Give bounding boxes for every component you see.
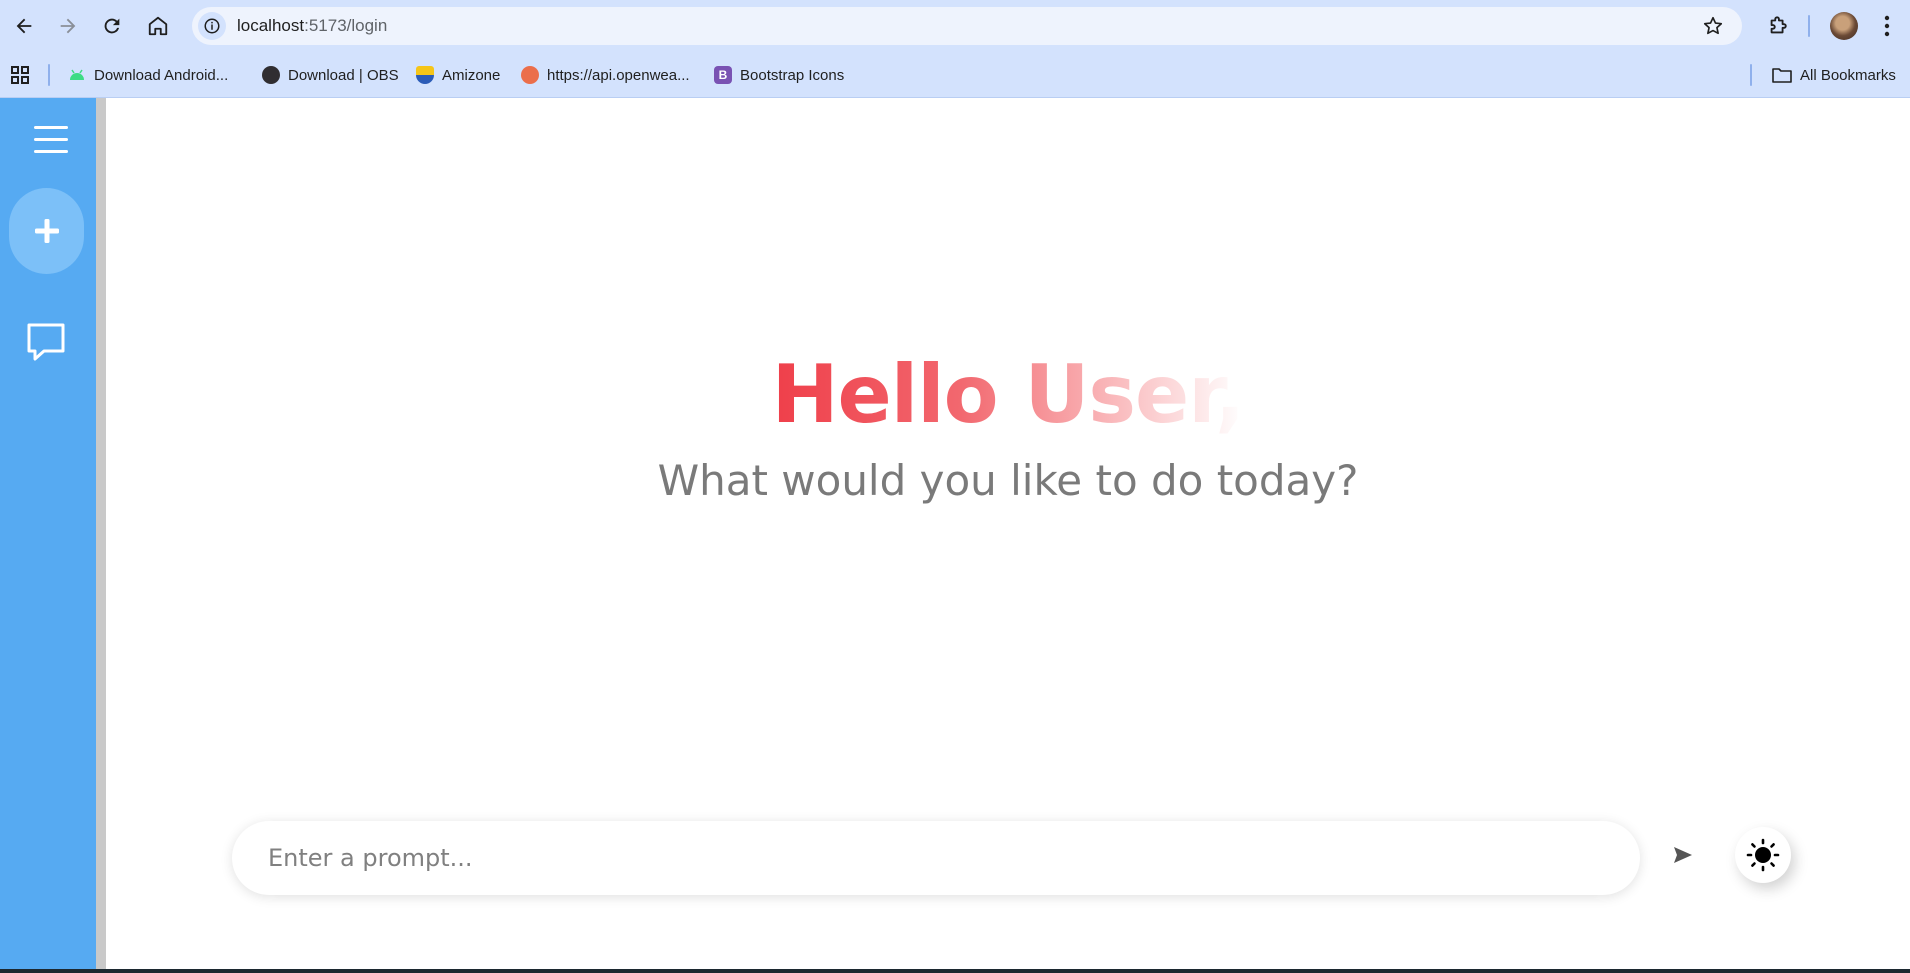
amizone-shield-icon bbox=[416, 66, 434, 84]
forward-arrow-icon bbox=[60, 18, 76, 34]
recent-chats-button[interactable] bbox=[24, 320, 68, 364]
url-host: localhost bbox=[237, 16, 305, 35]
extensions-button[interactable] bbox=[1762, 10, 1794, 42]
profile-button[interactable] bbox=[1828, 10, 1860, 42]
send-icon bbox=[1674, 847, 1692, 863]
browser-toolbar: localhost:5173/login bbox=[0, 0, 1910, 52]
greeting-heading: Hello User, bbox=[106, 348, 1910, 441]
back-button[interactable] bbox=[8, 10, 40, 42]
prompt-box bbox=[232, 821, 1640, 895]
sun-icon bbox=[1746, 838, 1780, 872]
site-info-icon[interactable] bbox=[198, 12, 226, 40]
sidebar bbox=[0, 98, 96, 969]
back-arrow-icon bbox=[16, 18, 32, 34]
folder-icon bbox=[1772, 68, 1792, 83]
bookmarks-divider-right bbox=[1750, 64, 1752, 86]
bookmark-label: Download | OBS bbox=[288, 66, 399, 84]
greeting-subtitle: What would you like to do today? bbox=[657, 456, 1359, 505]
greeting-text: Hello User, bbox=[771, 348, 1246, 441]
hamburger-menu-icon[interactable] bbox=[34, 126, 70, 154]
kebab-menu-icon bbox=[1884, 15, 1890, 37]
address-bar[interactable]: localhost:5173/login bbox=[192, 7, 1742, 45]
bottom-edge bbox=[0, 969, 1910, 973]
bookmark-download-obs[interactable]: Download | OBS bbox=[262, 62, 399, 88]
all-bookmarks-button[interactable]: All Bookmarks bbox=[1772, 62, 1896, 88]
bookmark-label: Bootstrap Icons bbox=[740, 66, 845, 84]
avatar bbox=[1830, 12, 1858, 40]
home-icon bbox=[148, 16, 168, 36]
new-chat-button[interactable] bbox=[9, 188, 84, 274]
sidebar-divider bbox=[96, 98, 106, 969]
all-bookmarks-label: All Bookmarks bbox=[1800, 66, 1896, 84]
toolbar-divider bbox=[1808, 15, 1810, 37]
app-root: Hello User, What would you like to do to… bbox=[0, 98, 1910, 969]
reload-button[interactable] bbox=[96, 10, 128, 42]
bookmark-openweather[interactable]: https://api.openwea... bbox=[521, 62, 690, 88]
bookmarks-divider bbox=[48, 64, 50, 86]
bookmark-star-icon[interactable] bbox=[1700, 13, 1726, 39]
puzzle-icon bbox=[1770, 16, 1787, 34]
bookmark-label: https://api.openwea... bbox=[547, 66, 690, 84]
apps-grid-icon bbox=[11, 66, 29, 84]
android-icon bbox=[68, 66, 86, 84]
send-button[interactable] bbox=[1668, 840, 1698, 870]
apps-button[interactable] bbox=[10, 62, 30, 88]
bookmark-label: Download Android... bbox=[94, 66, 229, 84]
forward-button[interactable] bbox=[52, 10, 84, 42]
chat-bubble-icon bbox=[27, 323, 65, 361]
url-path: :5173/login bbox=[304, 16, 388, 35]
openweather-icon bbox=[521, 66, 539, 84]
bookmark-amizone[interactable]: Amizone bbox=[416, 62, 500, 88]
plus-icon bbox=[34, 219, 59, 243]
home-button[interactable] bbox=[142, 10, 174, 42]
prompt-input[interactable] bbox=[268, 821, 1608, 895]
url-text[interactable]: localhost:5173/login bbox=[237, 16, 387, 36]
bookmark-bootstrap-icons[interactable]: B Bootstrap Icons bbox=[714, 62, 844, 88]
bookmark-label: Amizone bbox=[442, 66, 501, 84]
obs-icon bbox=[262, 66, 280, 84]
bookmark-download-android[interactable]: Download Android... bbox=[68, 62, 228, 88]
bootstrap-icon: B bbox=[714, 66, 732, 84]
reload-icon bbox=[104, 18, 120, 34]
browser-menu-button[interactable] bbox=[1872, 10, 1902, 42]
theme-toggle-button[interactable] bbox=[1735, 827, 1791, 883]
bookmarks-bar: Download Android... Download | OBS Amizo… bbox=[0, 52, 1910, 98]
